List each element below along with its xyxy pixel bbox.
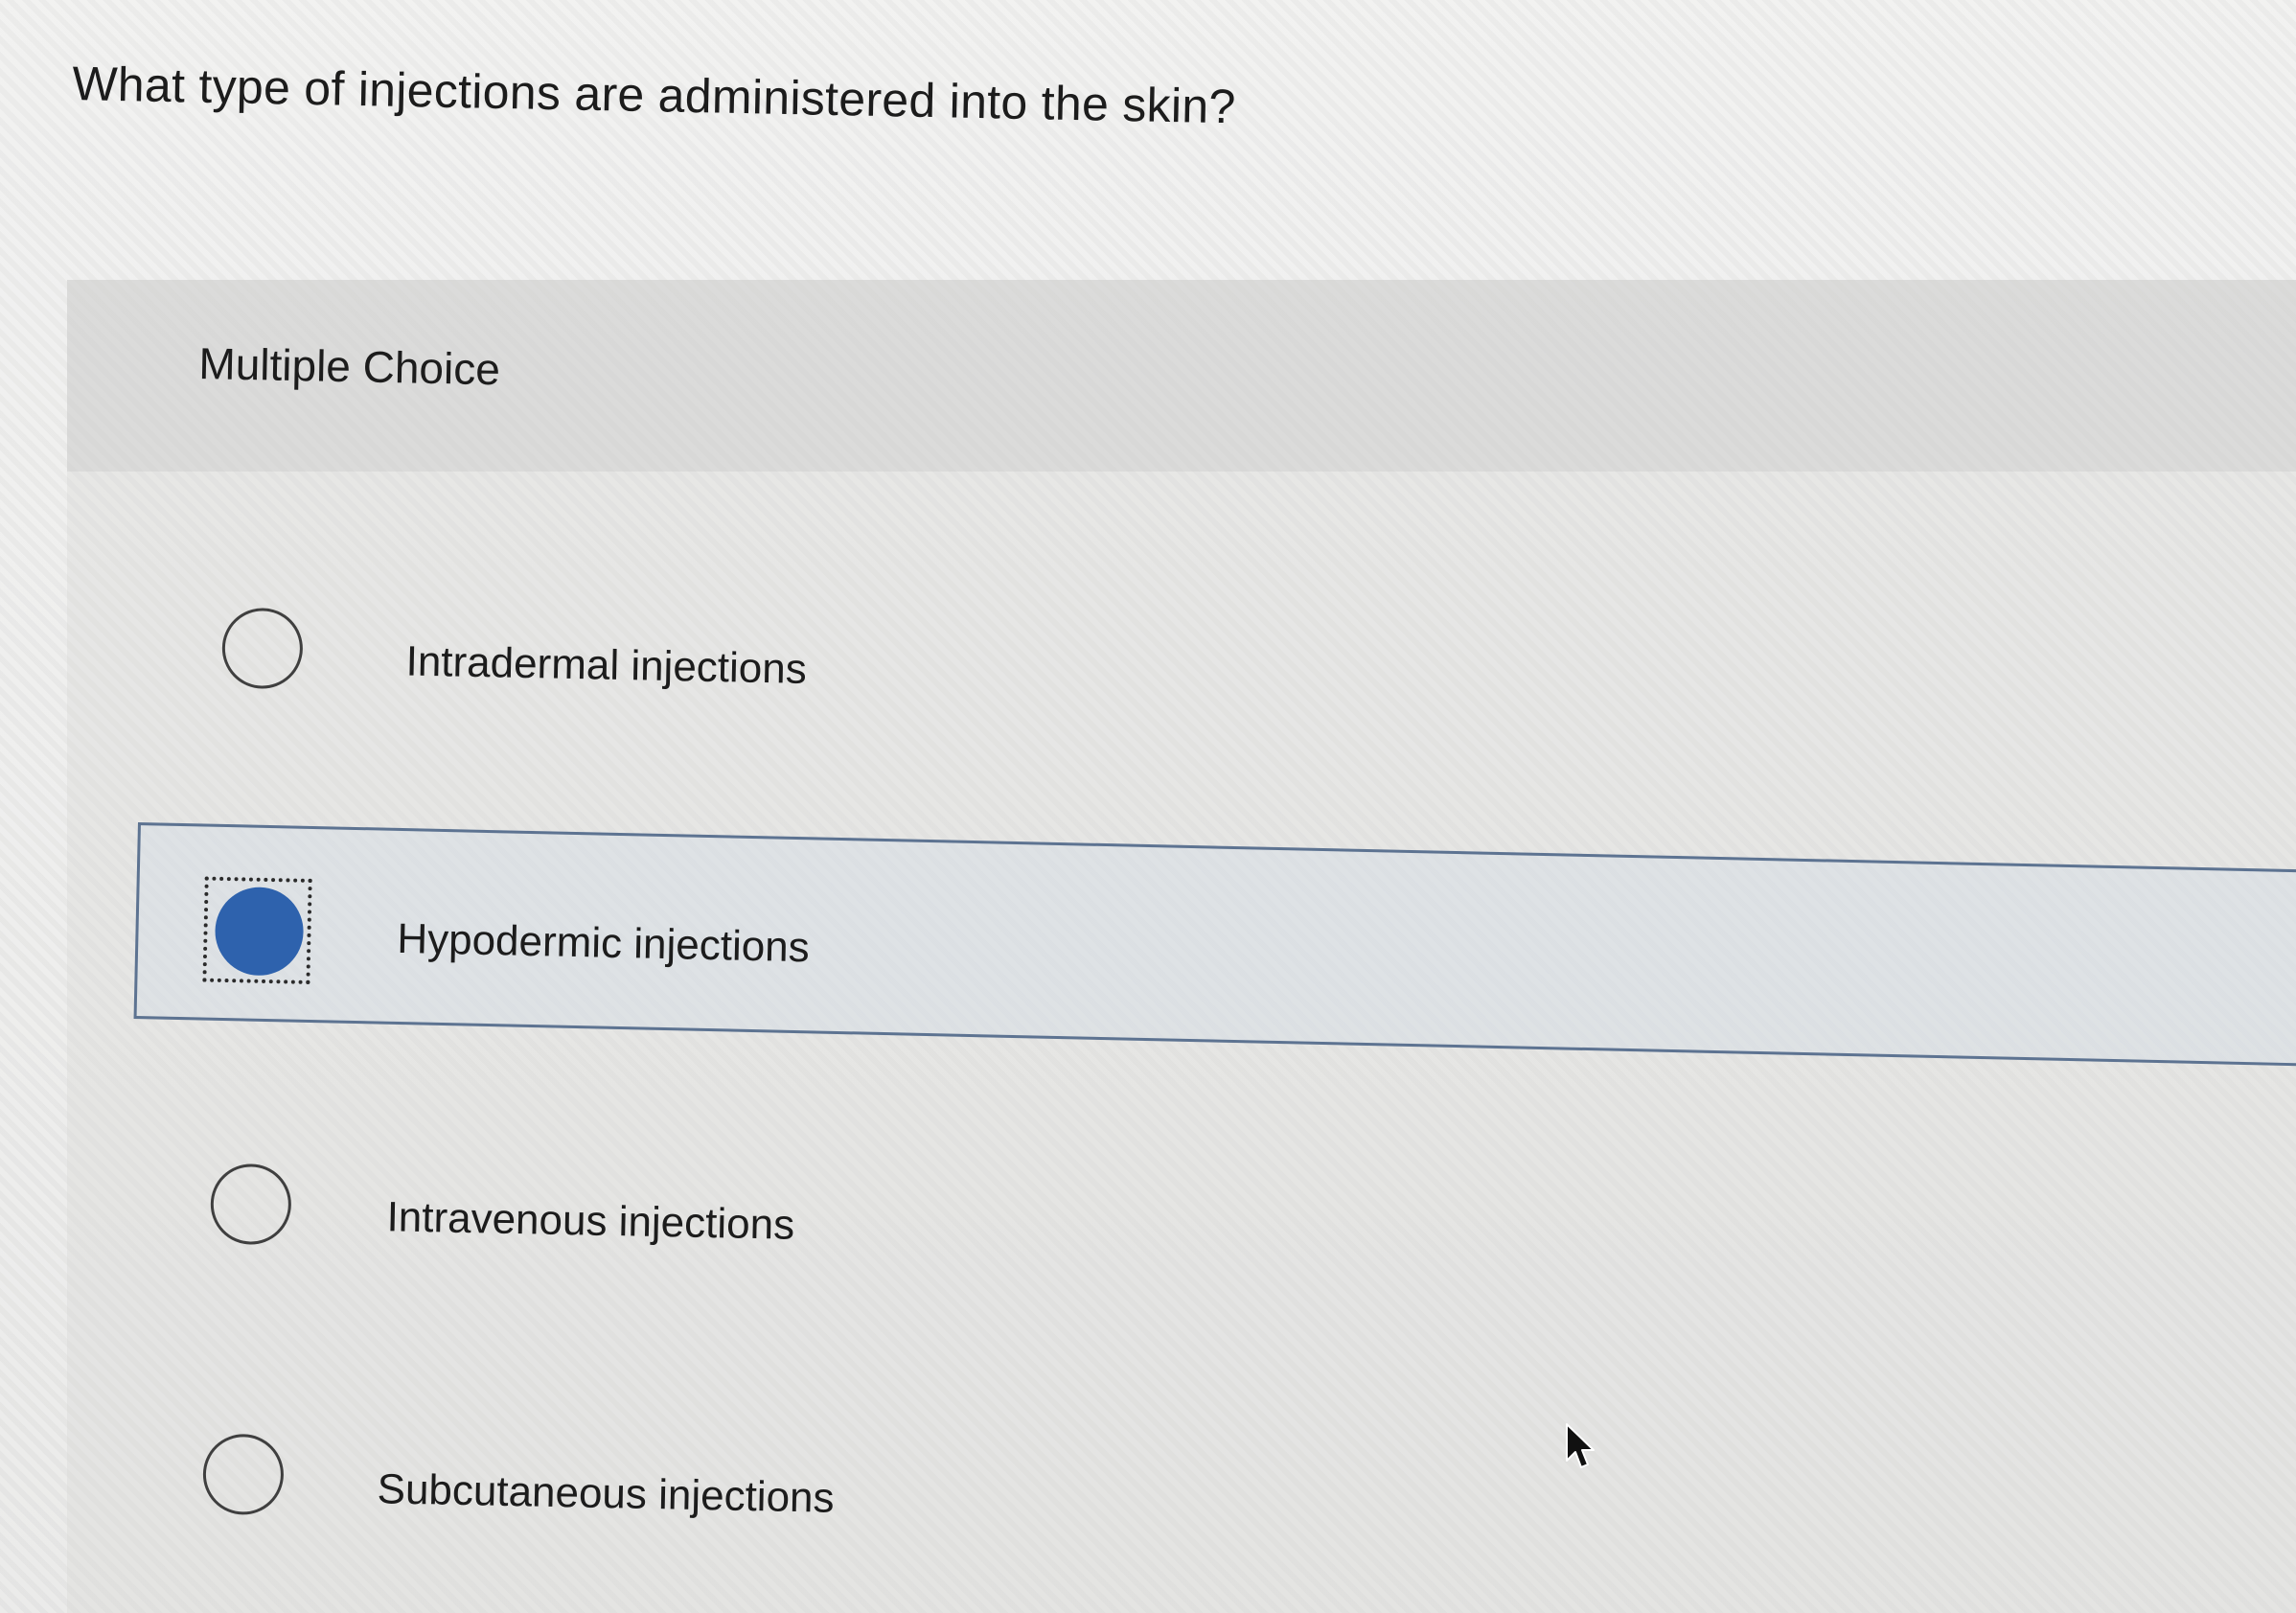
- quiz-page: What type of injections are administered…: [0, 0, 2296, 1613]
- answer-option-label: Intradermal injections: [405, 637, 808, 693]
- question-text: What type of injections are administered…: [71, 56, 1237, 134]
- radio-button-unselected[interactable]: [221, 607, 304, 690]
- question-type-label: Multiple Choice: [197, 337, 501, 395]
- answer-option-label: Hypodermic injections: [396, 914, 811, 972]
- radio-button-unselected[interactable]: [202, 1433, 285, 1516]
- answer-option-label: Subcutaneous injections: [377, 1465, 836, 1522]
- mouse-pointer-icon: [1566, 1423, 1595, 1468]
- radio-button-unselected[interactable]: [210, 1163, 292, 1246]
- answer-option-label: Intravenous injections: [386, 1193, 795, 1249]
